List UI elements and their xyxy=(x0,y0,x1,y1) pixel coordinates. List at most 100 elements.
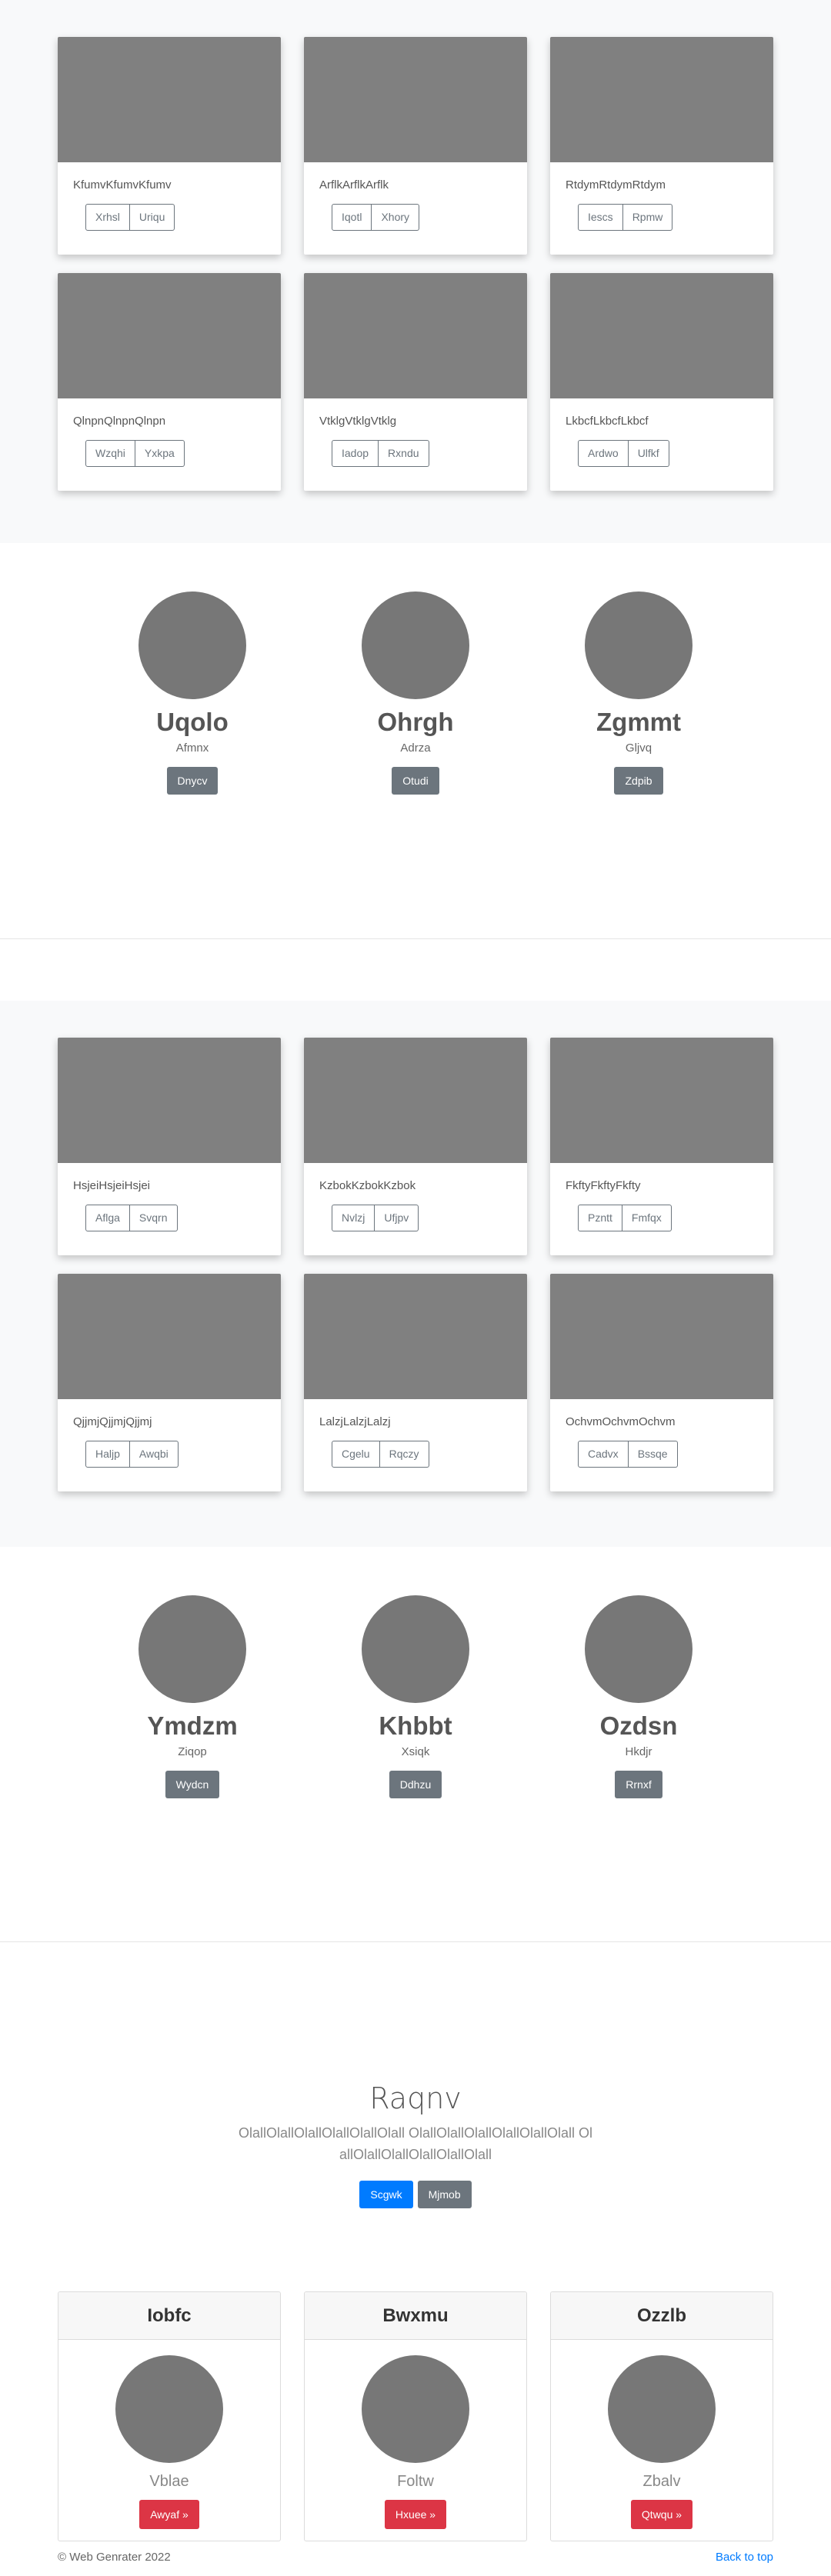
marketing-button[interactable]: Otudi xyxy=(392,767,439,795)
pricing-card-button[interactable]: Awyaf » xyxy=(139,2500,199,2529)
marketing-heading: Ozdsn xyxy=(599,1711,678,1740)
card-button-group: Nvlzj Ufjpv xyxy=(332,1205,419,1231)
card-button-2[interactable]: Rpmw xyxy=(622,204,673,231)
card-button-1[interactable]: Cgelu xyxy=(332,1441,380,1468)
album-card: OchvmOchvmOchvm Cadvx Bssqe xyxy=(550,1274,773,1491)
marketing-item: Khbbt Xsiqk Ddhzu xyxy=(362,1595,469,1798)
card-button-1[interactable]: Cadvx xyxy=(578,1441,629,1468)
card-text: KzbokKzbokKzbok xyxy=(319,1179,416,1192)
marketing-button[interactable]: Zdpib xyxy=(614,767,663,795)
card-image xyxy=(550,1274,773,1399)
card-image xyxy=(58,1274,281,1399)
jumbotron-title: Raqnv xyxy=(369,2081,462,2115)
marketing-button[interactable]: Wydcn xyxy=(165,1771,220,1798)
card-image xyxy=(304,1038,527,1163)
avatar-placeholder xyxy=(585,592,692,699)
album-card: ArflkArflkArflk Iqotl Xhory xyxy=(304,37,527,255)
pricing-card-button[interactable]: Hxuee » xyxy=(384,2500,447,2529)
card-button-2[interactable]: Ufjpv xyxy=(375,1205,419,1231)
album-card: LkbcfLkbcfLkbcf Ardwo Ulfkf xyxy=(550,273,773,491)
card-button-1[interactable]: Haljp xyxy=(85,1441,130,1468)
card-text: KfumvKfumvKfumv xyxy=(73,178,172,192)
card-button-group: Wzqhi Yxkpa xyxy=(85,440,185,467)
card-button-1[interactable]: Wzqhi xyxy=(85,440,135,467)
card-button-2[interactable]: Fmfqx xyxy=(622,1205,672,1231)
jumbotron-lead: OlallOlallOlallOlallOlallOlall OlallOlal… xyxy=(238,2125,593,2162)
marketing-section-1: Uqolo Afmnx Dnycv Ohrgh Adrza Otudi Zgmm… xyxy=(0,543,831,938)
card-button-2[interactable]: Svqrn xyxy=(129,1205,178,1231)
album-section-1: KfumvKfumvKfumv Xrhsl Uriqu ArflkArflkAr… xyxy=(0,0,831,543)
card-text: LkbcfLkbcfLkbcf xyxy=(566,415,649,428)
marketing-text: Ziqop xyxy=(178,1745,207,1758)
card-image xyxy=(304,37,527,162)
album-card: LalzjLalzjLalzj Cgelu Rqczy xyxy=(304,1274,527,1491)
marketing-heading: Zgmmt xyxy=(596,708,681,736)
marketing-item: Zgmmt Gljvq Zdpib xyxy=(585,592,692,795)
card-button-group: Cadvx Bssqe xyxy=(578,1441,678,1468)
card-button-2[interactable]: Awqbi xyxy=(129,1441,179,1468)
marketing-text: Adrza xyxy=(400,741,431,755)
marketing-button[interactable]: Dnycv xyxy=(166,767,219,795)
marketing-section-2: Ymdzm Ziqop Wydcn Khbbt Xsiqk Ddhzu Ozds… xyxy=(0,1547,831,1941)
pricing-card: Ozzlb Zbalv Qtwqu » xyxy=(550,2291,773,2541)
pricing-card-text: Vblae xyxy=(149,2473,189,2490)
card-button-1[interactable]: Pzntt xyxy=(578,1205,622,1231)
card-button-1[interactable]: Iqotl xyxy=(332,204,372,231)
jumbotron-primary-button[interactable]: Scgwk xyxy=(359,2181,413,2208)
marketing-heading: Khbbt xyxy=(379,1711,452,1740)
pricing-card-button[interactable]: Qtwqu » xyxy=(630,2500,693,2529)
avatar-placeholder xyxy=(362,592,469,699)
pricing-card-header: Iobfc xyxy=(58,2292,280,2340)
card-image xyxy=(304,273,527,398)
card-button-2[interactable]: Rxndu xyxy=(379,440,429,467)
card-button-2[interactable]: Yxkpa xyxy=(135,440,185,467)
card-image xyxy=(550,273,773,398)
marketing-text: Afmnx xyxy=(175,741,209,755)
card-button-2[interactable]: Ulfkf xyxy=(628,440,669,467)
pricing-section: Iobfc Vblae Awyaf » Bwxmu Foltw Hxuee » … xyxy=(58,2291,773,2572)
footer: © Web Genrater 2022 Back to top xyxy=(58,2541,773,2572)
card-button-1[interactable]: Iescs xyxy=(578,204,623,231)
card-button-1[interactable]: Aflga xyxy=(85,1205,130,1231)
card-button-2[interactable]: Bssqe xyxy=(628,1441,678,1468)
back-to-top-link[interactable]: Back to top xyxy=(716,2551,773,2564)
card-text: QlnpnQlnpnQlnpn xyxy=(73,415,166,428)
card-text: HsjeiHsjeiHsjei xyxy=(73,1179,151,1192)
card-image xyxy=(550,37,773,162)
album-card: FkftyFkftyFkfty Pzntt Fmfqx xyxy=(550,1038,773,1255)
card-button-1[interactable]: Ardwo xyxy=(578,440,629,467)
card-text: RtdymRtdymRtdym xyxy=(566,178,666,192)
avatar-placeholder xyxy=(138,1595,246,1703)
card-button-2[interactable]: Uriqu xyxy=(129,204,175,231)
card-button-1[interactable]: Xrhsl xyxy=(85,204,130,231)
card-button-1[interactable]: Iadop xyxy=(332,440,379,467)
album-card: KzbokKzbokKzbok Nvlzj Ufjpv xyxy=(304,1038,527,1255)
marketing-button[interactable]: Ddhzu xyxy=(389,1771,442,1798)
card-image xyxy=(58,273,281,398)
card-button-2[interactable]: Xhory xyxy=(372,204,420,231)
album-card: QlnpnQlnpnQlnpn Wzqhi Yxkpa xyxy=(58,273,281,491)
card-button-2[interactable]: Rqczy xyxy=(379,1441,429,1468)
marketing-item: Ozdsn Hkdjr Rrnxf xyxy=(585,1595,692,1798)
album-card: RtdymRtdymRtdym Iescs Rpmw xyxy=(550,37,773,255)
avatar-placeholder xyxy=(362,2355,469,2463)
card-button-group: Xrhsl Uriqu xyxy=(85,204,175,231)
marketing-heading: Ymdzm xyxy=(147,1711,238,1740)
jumbotron-secondary-button[interactable]: Mjmob xyxy=(417,2181,472,2208)
card-button-group: Haljp Awqbi xyxy=(85,1441,179,1468)
pricing-card: Bwxmu Foltw Hxuee » xyxy=(304,2291,527,2541)
marketing-item: Ymdzm Ziqop Wydcn xyxy=(138,1595,246,1798)
album-card: KfumvKfumvKfumv Xrhsl Uriqu xyxy=(58,37,281,255)
pricing-card-header: Ozzlb xyxy=(551,2292,773,2340)
pricing-card-header: Bwxmu xyxy=(305,2292,526,2340)
card-button-1[interactable]: Nvlzj xyxy=(332,1205,375,1231)
marketing-text: Hkdjr xyxy=(625,1745,652,1758)
marketing-item: Ohrgh Adrza Otudi xyxy=(362,592,469,795)
card-button-group: Aflga Svqrn xyxy=(85,1205,178,1231)
card-text: LalzjLalzjLalzj xyxy=(319,1415,391,1428)
album-card: HsjeiHsjeiHsjei Aflga Svqrn xyxy=(58,1038,281,1255)
avatar-placeholder xyxy=(138,592,246,699)
marketing-heading: Uqolo xyxy=(156,708,229,736)
marketing-button[interactable]: Rrnxf xyxy=(615,1771,662,1798)
card-button-group: Cgelu Rqczy xyxy=(332,1441,429,1468)
